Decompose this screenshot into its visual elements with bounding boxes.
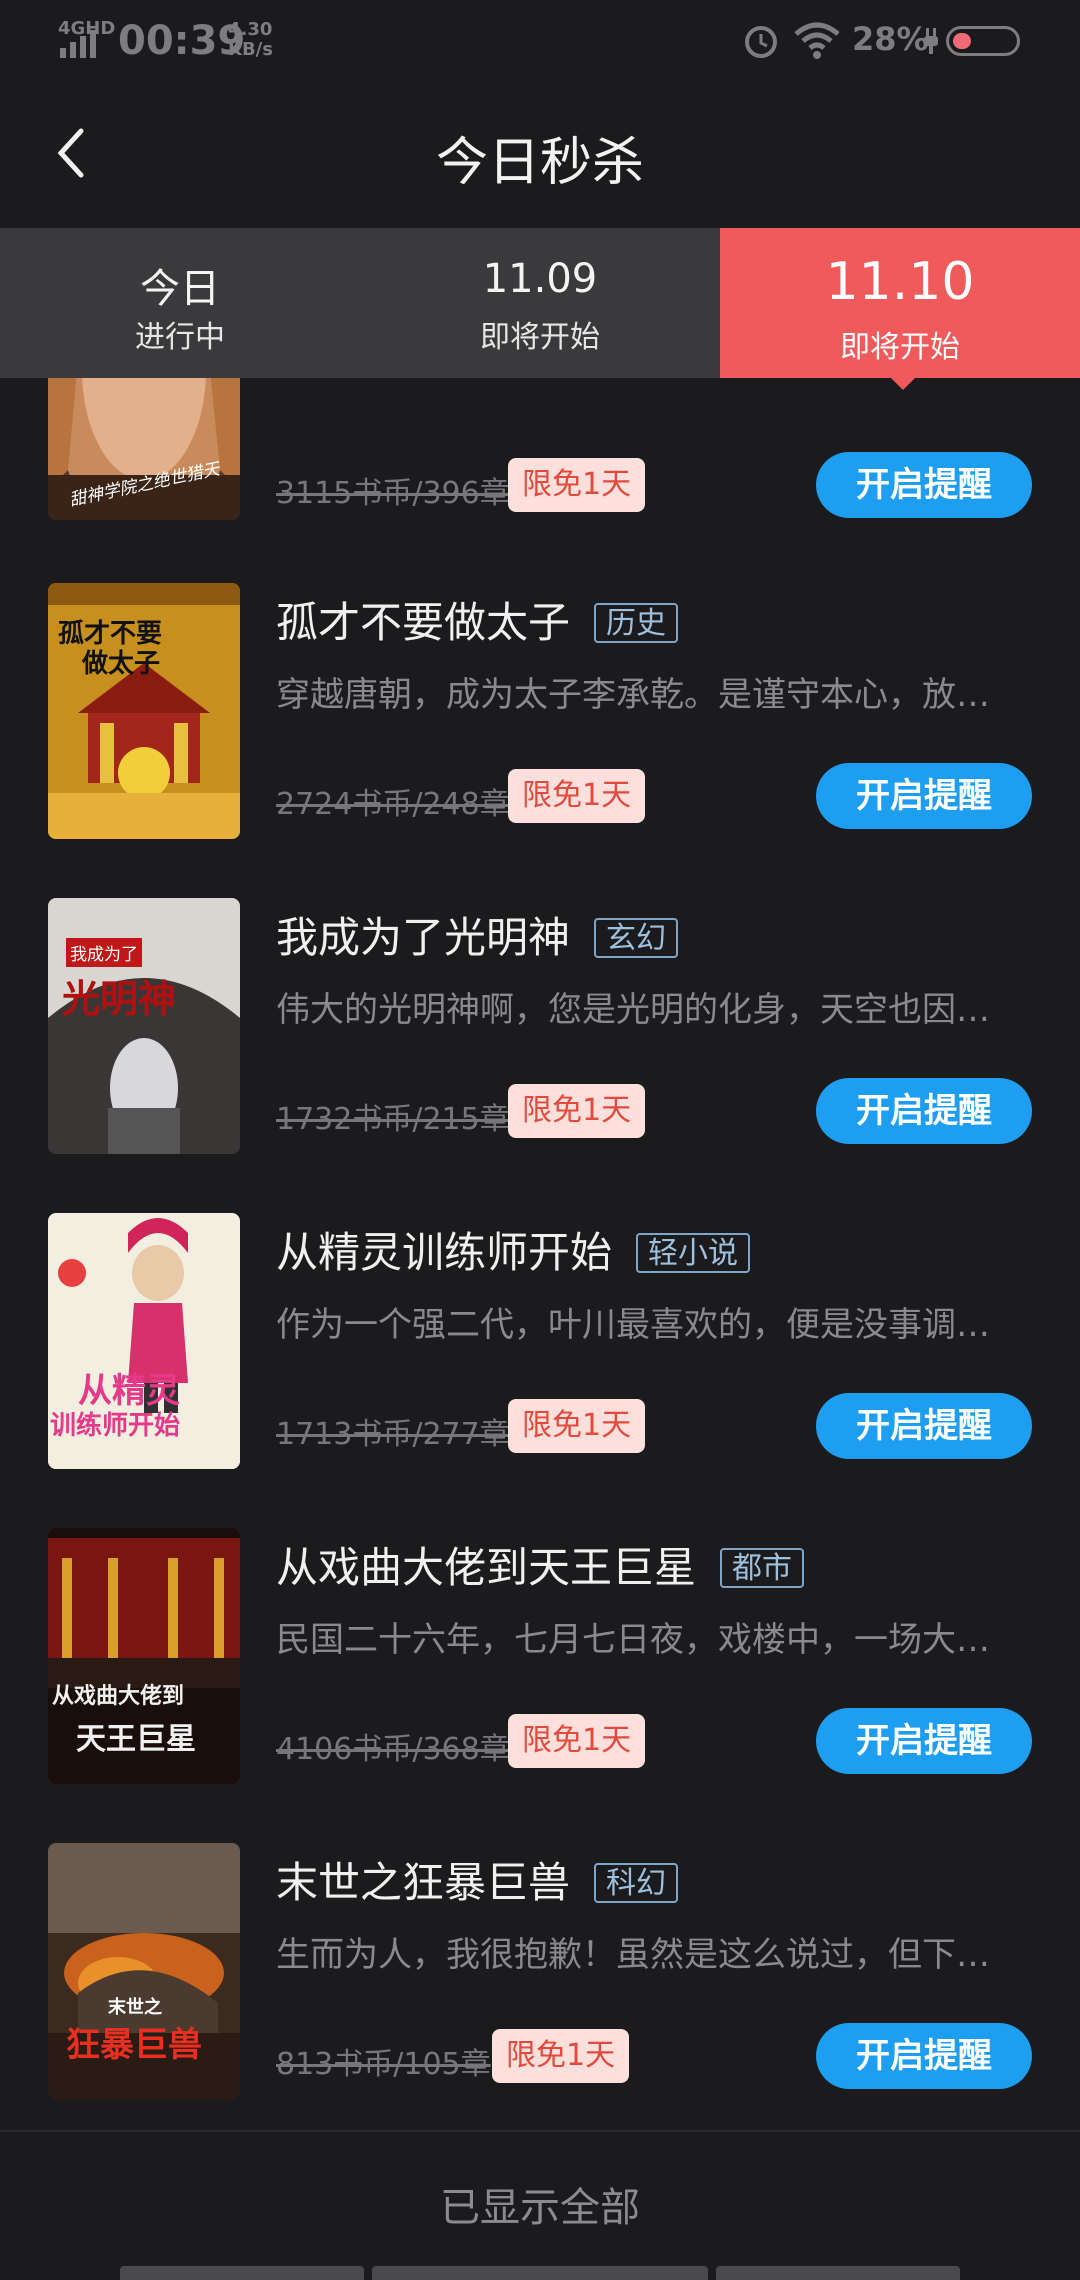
status-bar: 4GHD 00:39 4.30 KB/s 28% bbox=[0, 0, 1080, 80]
book-title-text: 孤才不要做太子 bbox=[276, 598, 571, 647]
original-price: 2724书币/248章 bbox=[276, 787, 510, 822]
book-title: 我成为了光明神 玄幻 bbox=[276, 904, 679, 965]
list-item[interactable]: 我成为了 光明神 我成为了光明神 玄幻 伟大的光明神啊，您是光明的化身，天空也因…… bbox=[0, 898, 1080, 1213]
page-title: 今日秒杀 bbox=[435, 133, 644, 193]
original-price: 1732书币/215章 bbox=[276, 1102, 510, 1137]
free-badge: 限免1天 bbox=[508, 769, 646, 823]
remind-button[interactable]: 开启提醒 bbox=[816, 1078, 1032, 1144]
tab-status: 进行中 bbox=[135, 320, 225, 355]
book-title: 末世之狂暴巨兽 科幻 bbox=[276, 1849, 679, 1910]
cover-title: 天王巨星 bbox=[76, 1722, 196, 1757]
book-title: 从精灵训练师开始 轻小说 bbox=[276, 1219, 751, 1280]
book-cover[interactable]: 从精灵 训练师开始 bbox=[48, 1213, 240, 1469]
wifi-icon bbox=[794, 22, 840, 59]
remind-button[interactable]: 开启提醒 bbox=[816, 1393, 1032, 1459]
active-tab-pointer bbox=[891, 378, 915, 390]
book-cover[interactable]: 从戏曲大佬到 天王巨星 bbox=[48, 1528, 240, 1784]
book-cover[interactable]: 我成为了 光明神 bbox=[48, 898, 240, 1154]
book-title: 孤才不要做太子 历史 bbox=[276, 589, 679, 650]
book-title-text: 从精灵训练师开始 bbox=[276, 1228, 613, 1277]
date-tabs: 今日 进行中 11.09 即将开始 11.10 即将开始 bbox=[0, 228, 1080, 378]
tab-label: 11.09 bbox=[482, 256, 598, 302]
book-description: 伟大的光明神啊，您是光明的化身，天空也因… bbox=[276, 990, 990, 1030]
cover-title: 训练师开始 bbox=[50, 1411, 181, 1441]
remind-button[interactable]: 开启提醒 bbox=[816, 2023, 1032, 2089]
cover-title: 从戏曲大佬到 bbox=[52, 1684, 185, 1709]
nav-segment bbox=[716, 2266, 960, 2280]
genre-tag: 都市 bbox=[720, 1548, 805, 1588]
book-cover[interactable]: 末世之 狂暴巨兽 bbox=[48, 1843, 240, 2099]
cover-title: 做太子 bbox=[82, 649, 161, 679]
tab-label: 今日 bbox=[140, 266, 220, 312]
charging-icon bbox=[924, 28, 938, 54]
genre-tag: 玄幻 bbox=[594, 918, 679, 958]
navigation-bar bbox=[0, 2266, 1080, 2280]
cover-title: 光明神 bbox=[62, 977, 177, 1021]
book-description: 作为一个强二代，叶川最喜欢的，便是没事调… bbox=[276, 1305, 990, 1345]
battery-icon bbox=[946, 26, 1020, 56]
list-item[interactable]: 孤才不要 做太子 孤才不要做太子 历史 穿越唐朝，成为太子李承乾。是谨守本心，放…… bbox=[0, 583, 1080, 898]
original-price: 3115书币/396章 bbox=[276, 476, 510, 511]
tab-1109[interactable]: 11.09 即将开始 bbox=[360, 228, 720, 378]
cover-title: 狂暴巨兽 bbox=[66, 2025, 202, 2065]
battery-level bbox=[953, 33, 971, 49]
remind-button[interactable]: 开启提醒 bbox=[816, 763, 1032, 829]
free-badge: 限免1天 bbox=[508, 1399, 646, 1453]
free-badge: 限免1天 bbox=[492, 2029, 630, 2083]
original-price: 4106书币/368章 bbox=[276, 1732, 510, 1767]
remind-button[interactable]: 开启提醒 bbox=[816, 1708, 1032, 1774]
book-title-text: 我成为了光明神 bbox=[276, 913, 571, 962]
book-cover[interactable]: 孤才不要 做太子 bbox=[48, 583, 240, 839]
tab-status: 即将开始 bbox=[480, 320, 600, 355]
header: 今日秒杀 bbox=[0, 80, 1080, 228]
nav-segment bbox=[372, 2266, 708, 2280]
book-description: 民国二十六年，七月七日夜，戏楼中，一场大… bbox=[276, 1620, 990, 1660]
genre-tag: 轻小说 bbox=[636, 1233, 751, 1273]
list-end-text: 已显示全部 bbox=[440, 2185, 640, 2231]
book-description: 生而为人，我很抱歉！虽然是这么说过，但下… bbox=[276, 1935, 990, 1975]
free-badge: 限免1天 bbox=[508, 1714, 646, 1768]
list-item[interactable]: 末世之 狂暴巨兽 末世之狂暴巨兽 科幻 生而为人，我很抱歉！虽然是这么说过，但下…… bbox=[0, 1843, 1080, 2158]
alarm-icon bbox=[745, 26, 777, 58]
tab-status: 即将开始 bbox=[840, 330, 960, 365]
free-badge: 限免1天 bbox=[508, 458, 646, 512]
list-item[interactable]: 从精灵 训练师开始 从精灵训练师开始 轻小说 作为一个强二代，叶川最喜欢的，便是没… bbox=[0, 1213, 1080, 1528]
tab-today[interactable]: 今日 进行中 bbox=[0, 228, 360, 378]
network-type: 4GHD bbox=[58, 18, 116, 39]
original-price: 1713书币/277章 bbox=[276, 1417, 510, 1452]
original-price: 813书币/105章 bbox=[276, 2047, 491, 2082]
battery-percent: 28% bbox=[852, 20, 929, 58]
network-speed: 4.30 KB/s bbox=[228, 19, 273, 60]
book-title: 从戏曲大佬到天王巨星 都市 bbox=[276, 1534, 805, 1595]
list-item[interactable]: 从戏曲大佬到 天王巨星 从戏曲大佬到天王巨星 都市 民国二十六年，七月七日夜，戏楼… bbox=[0, 1528, 1080, 1843]
nav-segment bbox=[120, 2266, 364, 2280]
book-description: 穿越唐朝，成为太子李承乾。是谨守本心，放… bbox=[276, 675, 990, 715]
book-title-text: 末世之狂暴巨兽 bbox=[276, 1858, 571, 1907]
free-badge: 限免1天 bbox=[508, 1084, 646, 1138]
cover-title: 我成为了 bbox=[66, 938, 142, 967]
genre-tag: 历史 bbox=[594, 603, 679, 643]
tab-1110[interactable]: 11.10 即将开始 bbox=[720, 228, 1080, 378]
book-title-text: 从戏曲大佬到天王巨星 bbox=[276, 1543, 697, 1592]
genre-tag: 科幻 bbox=[594, 1863, 679, 1903]
cover-title: 末世之 bbox=[108, 1997, 162, 2018]
tab-label: 11.10 bbox=[825, 252, 975, 312]
divider bbox=[0, 2130, 1080, 2132]
remind-button[interactable]: 开启提醒 bbox=[816, 452, 1032, 518]
screen: 4GHD 00:39 4.30 KB/s 28% 今日秒杀 甜神学院之绝世猎天 … bbox=[0, 0, 1080, 2280]
clock: 00:39 bbox=[118, 18, 246, 64]
